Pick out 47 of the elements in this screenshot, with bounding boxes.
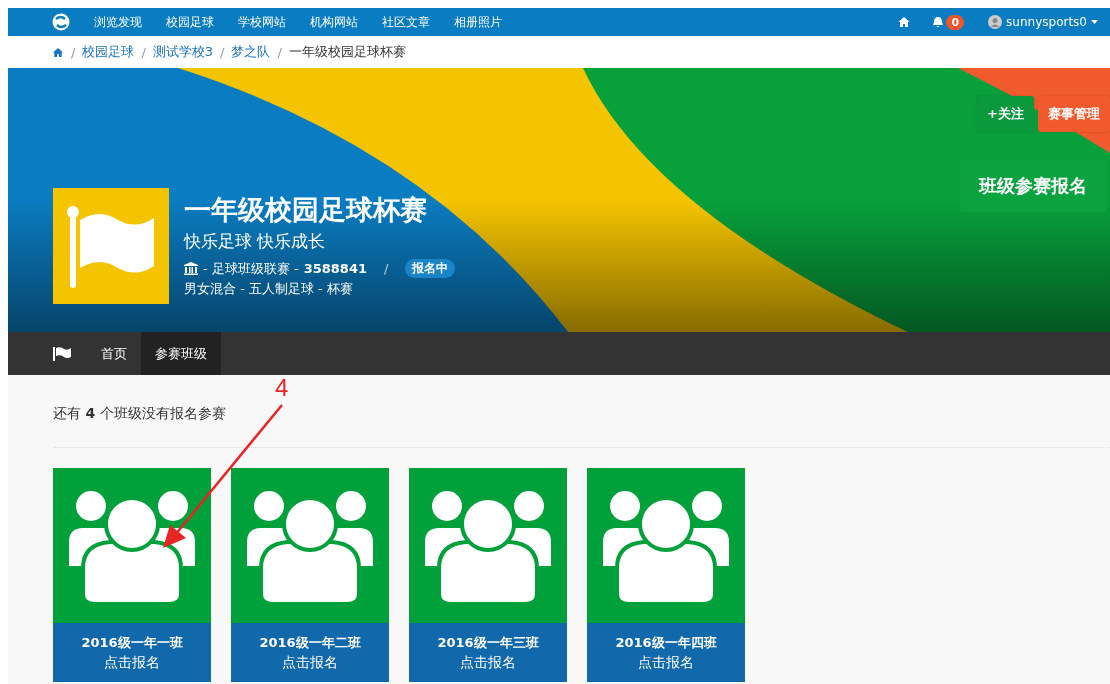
caret-icon xyxy=(1091,20,1098,24)
institution-icon xyxy=(184,262,198,275)
breadcrumb-separator: / xyxy=(141,44,146,60)
class-name: 2016级一年二班 xyxy=(259,633,361,652)
tournament-title: 一年级校园足球杯赛 xyxy=(184,193,428,227)
annotation-label: 4 xyxy=(275,374,289,402)
class-name: 2016级一年一班 xyxy=(81,633,183,652)
user-menu[interactable]: sunnysports0 xyxy=(988,15,1098,29)
class-name: 2016级一年四班 xyxy=(615,633,717,652)
flag-icon xyxy=(66,204,156,288)
signup-link[interactable]: 点击报名 xyxy=(460,653,516,672)
section-tab[interactable]: 参赛班级 xyxy=(141,332,221,375)
tournament-slogan: 快乐足球 快乐成长 xyxy=(184,230,327,253)
notification-badge: 0 xyxy=(946,14,965,30)
class-name: 2016级一年三班 xyxy=(437,633,539,652)
avatar-icon xyxy=(988,15,1003,29)
league-name: - 足球班级联赛 - xyxy=(203,259,299,278)
follow-button[interactable]: +关注 xyxy=(977,96,1034,132)
signup-link[interactable]: 点击报名 xyxy=(638,653,694,672)
tournament-id: 3588841 xyxy=(303,261,367,276)
nav-link[interactable]: 浏览发现 xyxy=(82,13,154,31)
home-icon[interactable] xyxy=(898,16,911,28)
nav-link[interactable]: 学校网站 xyxy=(226,13,298,31)
nav-link[interactable]: 校园足球 xyxy=(154,13,226,31)
breadcrumb-link[interactable]: 一年级校园足球杯赛 xyxy=(288,43,406,61)
flag-icon xyxy=(53,346,71,361)
breadcrumb-separator: / xyxy=(220,44,225,60)
signup-link[interactable]: 点击报名 xyxy=(104,653,160,672)
nav-link[interactable]: 机构网站 xyxy=(298,13,370,31)
breadcrumb-link[interactable]: 梦之队 xyxy=(231,43,271,61)
signup-button[interactable]: 班级参赛报名 xyxy=(960,160,1106,212)
home-icon[interactable] xyxy=(52,46,64,58)
section-tab[interactable]: 首页 xyxy=(87,332,141,375)
nav-link[interactable]: 社区文章 xyxy=(370,13,442,31)
breadcrumb-link[interactable]: 测试学校3 xyxy=(152,43,214,61)
status-badge: 报名中 xyxy=(405,259,456,278)
tournament-tags: 男女混合 - 五人制足球 - 杯赛 xyxy=(184,280,456,298)
breadcrumb-link[interactable]: 校园足球 xyxy=(82,43,135,61)
notice-text: 还有 4 个班级没有报名参赛 xyxy=(53,405,226,421)
bell-icon[interactable] xyxy=(932,16,945,28)
breadcrumb-separator: / xyxy=(277,44,282,60)
meta-separator: / xyxy=(384,261,389,276)
signup-link[interactable]: 点击报名 xyxy=(282,653,338,672)
breadcrumb-separator: / xyxy=(71,44,76,60)
nav-link[interactable]: 相册照片 xyxy=(442,13,514,31)
logo-icon[interactable] xyxy=(52,13,70,31)
manage-button[interactable]: 赛事管理 xyxy=(1038,96,1110,132)
